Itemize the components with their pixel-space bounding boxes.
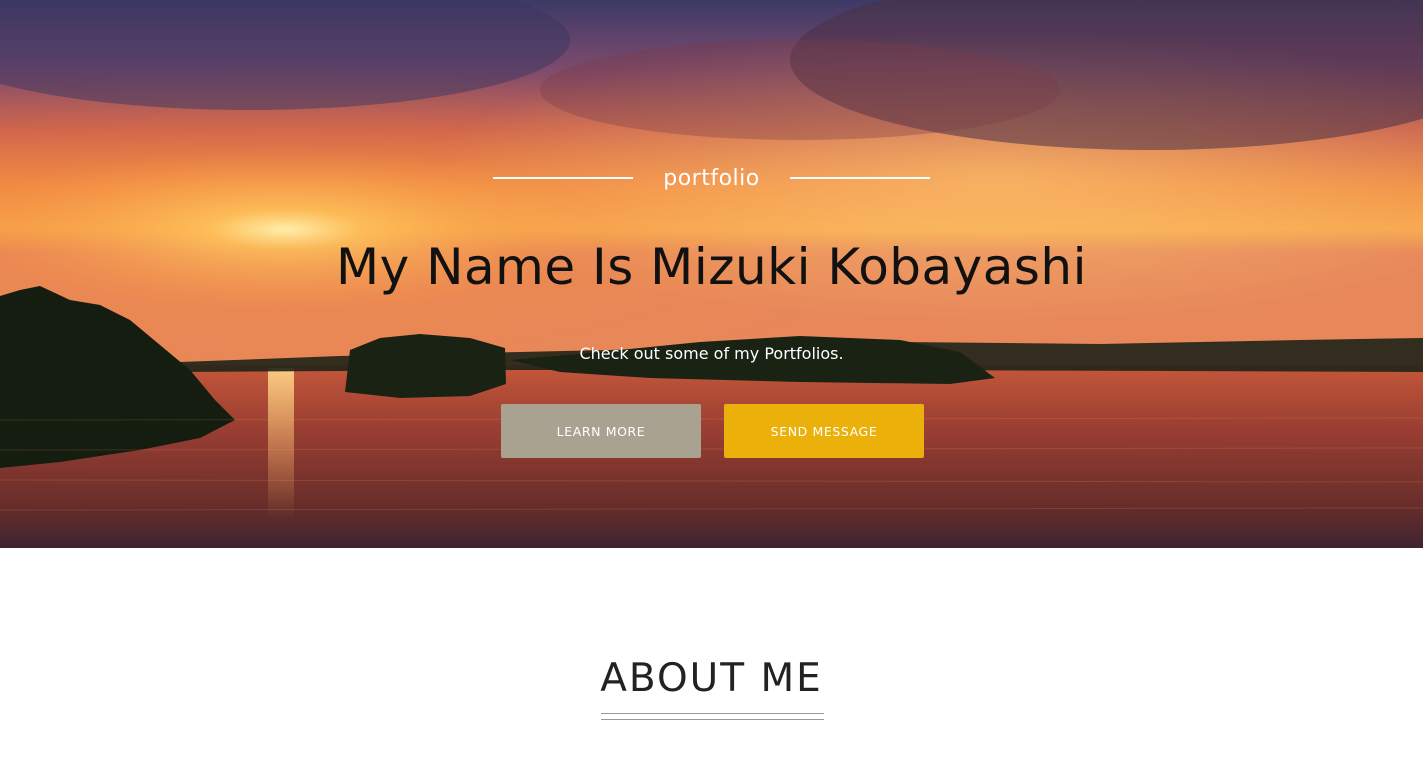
tagline-text: portfolio bbox=[663, 165, 760, 191]
hero-subtitle: Check out some of my Portfolios. bbox=[579, 344, 844, 363]
about-heading: ABOUT ME bbox=[600, 656, 823, 701]
about-heading-underline bbox=[601, 713, 824, 720]
hero-section: portfolio My Name Is Mizuki Kobayashi Ch… bbox=[0, 0, 1423, 548]
hero-tagline: portfolio bbox=[0, 160, 1423, 196]
send-message-button[interactable]: SEND MESSAGE bbox=[724, 404, 924, 458]
tagline-left-divider bbox=[493, 177, 634, 179]
hero-title: My Name Is Mizuki Kobayashi bbox=[335, 238, 1088, 296]
learn-more-button[interactable]: LEARN MORE bbox=[501, 404, 701, 458]
tagline-right-divider bbox=[789, 177, 930, 179]
